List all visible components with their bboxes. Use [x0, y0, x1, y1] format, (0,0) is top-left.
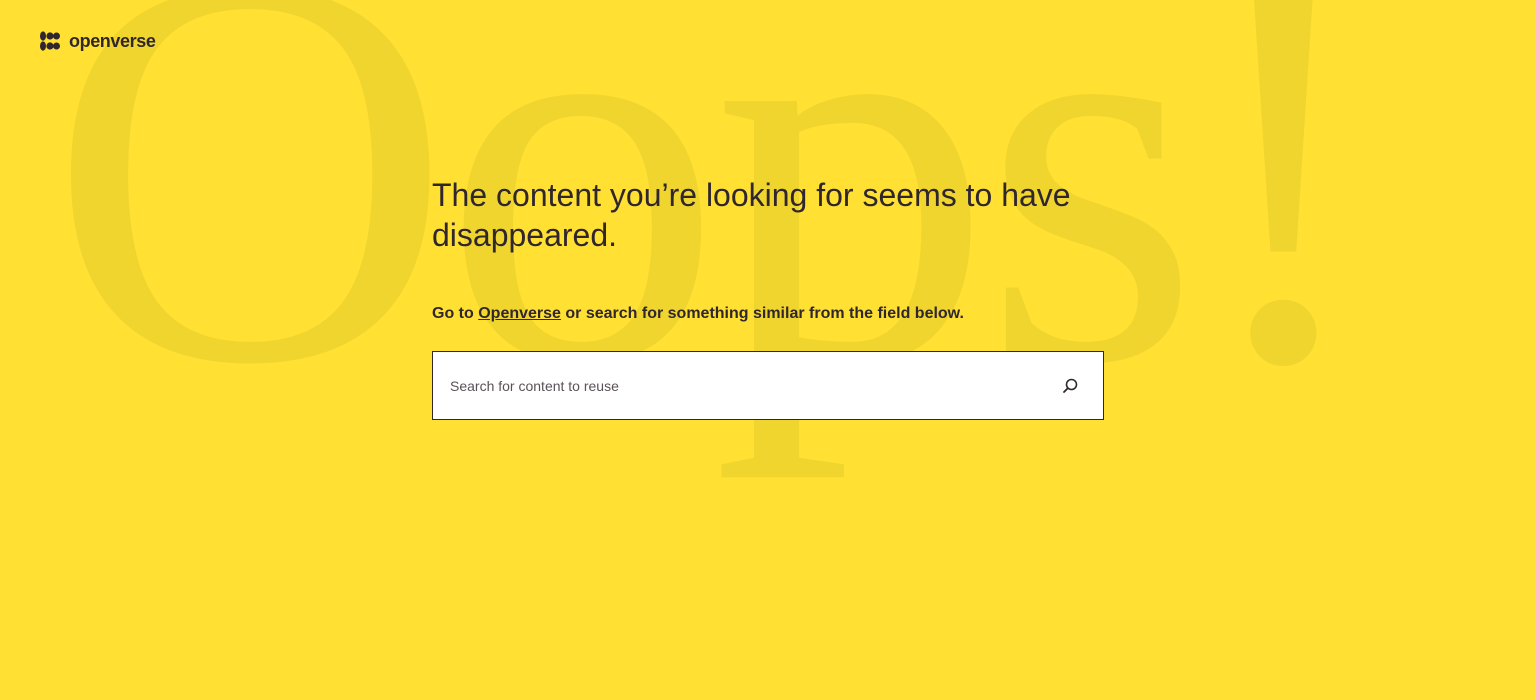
oops-background-text: Oops! — [48, 0, 1377, 481]
search-icon — [1063, 378, 1078, 393]
openverse-logo-icon — [40, 31, 60, 51]
description-prefix: Go to — [432, 305, 479, 322]
search-button[interactable] — [1037, 352, 1103, 419]
page-headline: The content you’re looking for seems to … — [432, 177, 1071, 253]
openverse-home-link[interactable]: Openverse — [478, 305, 561, 322]
logo-text: openverse — [69, 31, 156, 51]
description-suffix: or search for something similar from the… — [560, 305, 964, 322]
search-form — [432, 351, 1104, 420]
page-description: Go to Openverse or search for something … — [432, 302, 1104, 326]
openverse-logo[interactable]: openverse — [40, 31, 156, 51]
main-content: The content you’re looking for seems to … — [432, 175, 1104, 420]
search-input[interactable] — [433, 352, 1037, 419]
